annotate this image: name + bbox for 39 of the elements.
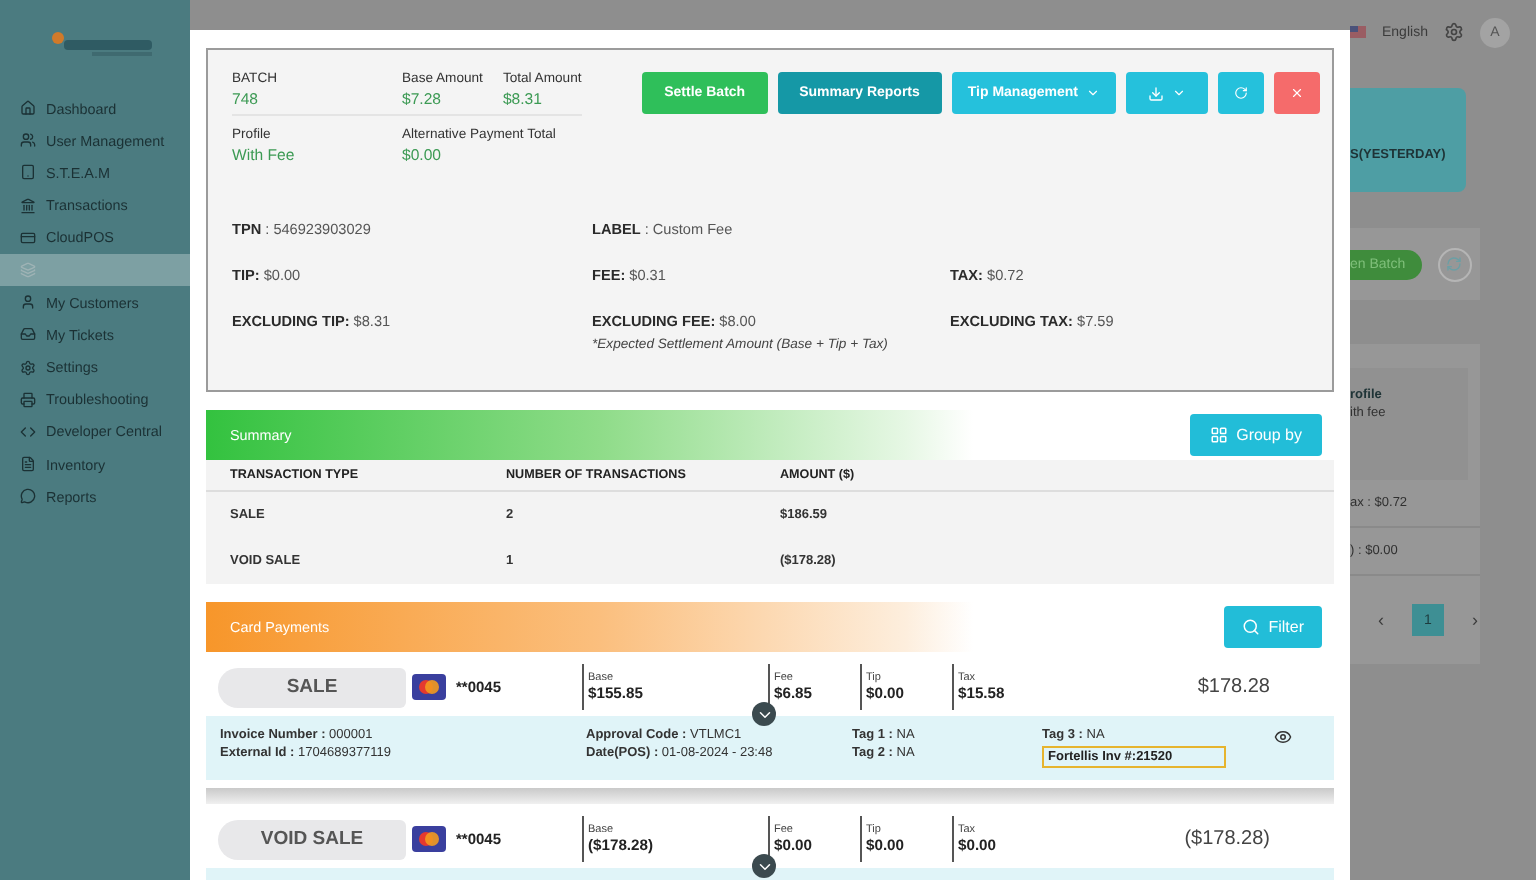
menu-item-icon xyxy=(20,391,36,408)
group-by-button[interactable]: Group by xyxy=(1190,414,1322,456)
settings-icon[interactable] xyxy=(1443,22,1464,42)
transaction-type: VOID SALE xyxy=(218,819,406,859)
sidebar-item[interactable] xyxy=(0,253,190,287)
menu-item-icon xyxy=(20,100,36,117)
menu-item-icon xyxy=(20,294,36,311)
card-icon xyxy=(412,826,446,852)
caret-icon xyxy=(1172,86,1186,100)
caret-icon xyxy=(1086,86,1100,100)
menu-item-icon xyxy=(20,197,36,214)
menu-item-icon xyxy=(20,132,36,149)
download-button[interactable] xyxy=(1126,72,1208,114)
transaction-total: ($178.28) xyxy=(1184,828,1270,850)
close-icon xyxy=(1290,86,1304,100)
card-icon xyxy=(412,674,446,700)
next-page-button[interactable]: › xyxy=(1472,610,1478,630)
menu-item-icon xyxy=(20,456,36,473)
download-icon xyxy=(1148,85,1164,101)
view-icon[interactable] xyxy=(1274,728,1292,746)
flag-icon xyxy=(1350,26,1366,38)
menu-item-icon xyxy=(20,359,36,376)
menu-item-icon xyxy=(20,229,36,246)
refresh-icon[interactable] xyxy=(1446,256,1463,272)
previous-page-button[interactable]: ‹ xyxy=(1378,610,1384,630)
refresh-icon xyxy=(1234,86,1248,100)
menu-item-icon xyxy=(20,488,36,505)
transaction-total: $178.28 xyxy=(1197,676,1270,698)
search-icon xyxy=(1242,618,1261,636)
menu-item-icon xyxy=(20,423,36,440)
transaction-type: SALE xyxy=(218,667,406,707)
refresh-button[interactable] xyxy=(1218,72,1264,114)
filter-button[interactable]: Filter xyxy=(1224,606,1322,648)
refresh-button[interactable] xyxy=(1437,247,1472,281)
grid-icon xyxy=(1210,426,1229,444)
menu-item-icon xyxy=(20,262,36,279)
menu-item-icon xyxy=(20,326,36,343)
close-button[interactable] xyxy=(1274,72,1320,114)
menu-item-icon xyxy=(20,164,36,181)
